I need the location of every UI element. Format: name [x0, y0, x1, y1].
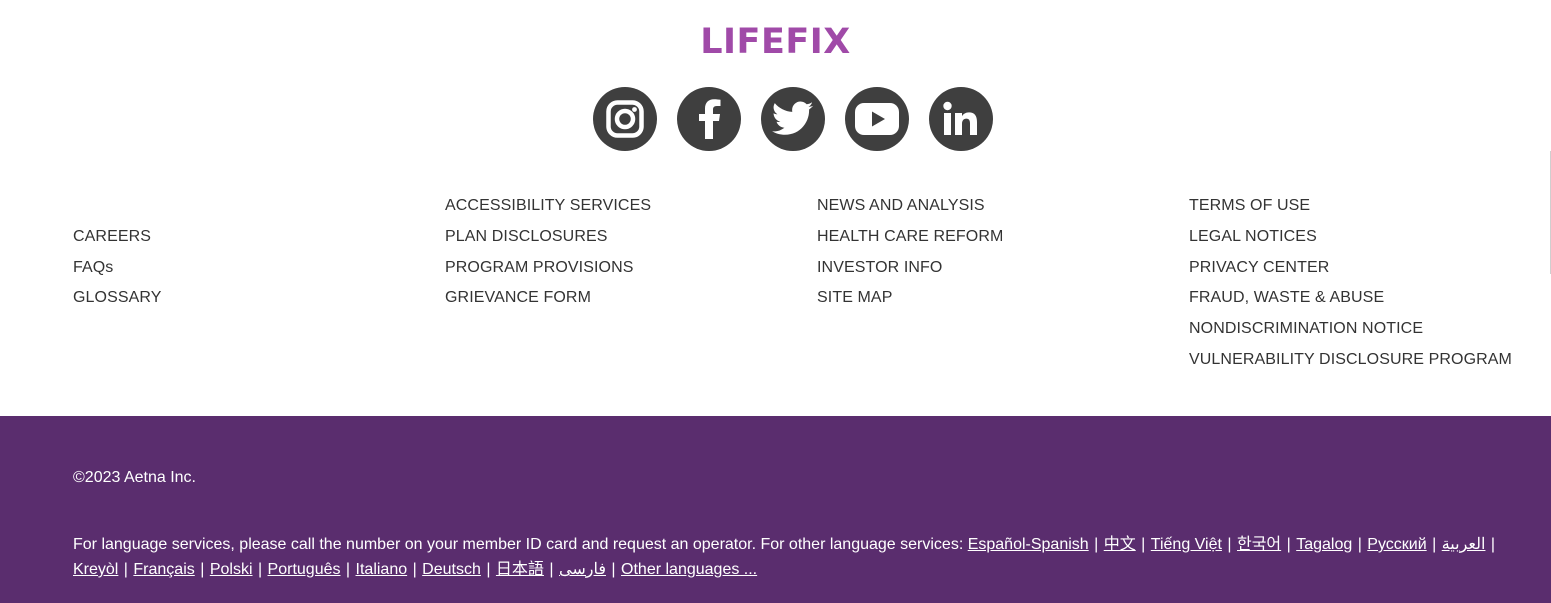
language-link-german[interactable]: Deutsch: [422, 561, 481, 578]
twitter-link[interactable]: [761, 87, 825, 151]
language-link-chinese[interactable]: 中文: [1104, 536, 1136, 553]
footer-link-program-provisions[interactable]: PROGRAM PROVISIONS: [445, 258, 651, 278]
footer-link-news-and-analysis[interactable]: NEWS AND ANALYSIS: [817, 196, 1003, 216]
language-services-intro: For language services, please call the n…: [73, 536, 968, 553]
footer-top: LIFEFIX CAREERS FAQs GLOSSARY ACCESSIBIL…: [0, 0, 1551, 416]
footer-link-investor-info[interactable]: INVESTOR INFO: [817, 258, 1003, 278]
footer-link-site-map[interactable]: SITE MAP: [817, 288, 1003, 308]
instagram-icon: [606, 100, 644, 138]
language-link-french[interactable]: Français: [133, 561, 194, 578]
language-link-spanish[interactable]: Español-Spanish: [968, 536, 1089, 553]
footer-link-vulnerability-disclosure[interactable]: VULNERABILITY DISCLOSURE PROGRAM: [1189, 350, 1512, 370]
footer-link-privacy-center[interactable]: PRIVACY CENTER: [1189, 258, 1512, 278]
lifefix-logo[interactable]: LIFEFIX: [0, 22, 1551, 62]
language-services: For language services, please call the n…: [73, 536, 1496, 578]
footer-link-plan-disclosures[interactable]: PLAN DISCLOSURES: [445, 227, 651, 247]
footer-link-nondiscrimination-notice[interactable]: NONDISCRIMINATION NOTICE: [1189, 319, 1512, 339]
language-link-tagalog[interactable]: Tagalog: [1296, 536, 1352, 553]
footer-link-legal-notices[interactable]: LEGAL NOTICES: [1189, 227, 1512, 247]
copyright-text: ©2023 Aetna Inc.: [73, 469, 196, 486]
language-link-italian[interactable]: Italiano: [356, 561, 408, 578]
footer-link-health-care-reform[interactable]: HEALTH CARE REFORM: [817, 227, 1003, 247]
footer-links-col-2: ACCESSIBILITY SERVICES PLAN DISCLOSURES …: [445, 196, 651, 319]
youtube-link[interactable]: [845, 87, 909, 151]
footer-link-careers[interactable]: CAREERS: [73, 227, 162, 247]
facebook-icon: [699, 99, 721, 139]
footer-links-col-4: TERMS OF USE LEGAL NOTICES PRIVACY CENTE…: [1189, 196, 1512, 381]
language-link-other[interactable]: Other languages ...: [621, 561, 757, 578]
footer-links-col-1: CAREERS FAQs GLOSSARY: [73, 196, 162, 319]
language-link-arabic[interactable]: العربية: [1442, 536, 1486, 553]
footer-link-grievance-form[interactable]: GRIEVANCE FORM: [445, 288, 651, 308]
footer-link-blank[interactable]: [73, 196, 162, 216]
linkedin-icon: [943, 101, 977, 135]
language-link-polish[interactable]: Polski: [210, 561, 253, 578]
footer-links-col-3: NEWS AND ANALYSIS HEALTH CARE REFORM INV…: [817, 196, 1003, 319]
language-link-kreyol[interactable]: Kreyòl: [73, 561, 118, 578]
language-link-korean[interactable]: 한국어: [1237, 536, 1281, 553]
footer-link-fraud-waste-abuse[interactable]: FRAUD, WASTE & ABUSE: [1189, 288, 1512, 308]
youtube-icon: [855, 103, 899, 135]
twitter-icon: [772, 101, 814, 135]
facebook-link[interactable]: [677, 87, 741, 151]
footer-link-terms-of-use[interactable]: TERMS OF USE: [1189, 196, 1512, 216]
language-link-japanese[interactable]: 日本語: [496, 561, 544, 578]
footer-link-accessibility-services[interactable]: ACCESSIBILITY SERVICES: [445, 196, 651, 216]
footer-link-glossary[interactable]: GLOSSARY: [73, 288, 162, 308]
language-link-farsi[interactable]: فارسی: [559, 561, 606, 578]
social-links: [593, 87, 993, 151]
linkedin-link[interactable]: [929, 87, 993, 151]
language-link-vietnamese[interactable]: Tiếng Việt: [1151, 536, 1222, 553]
instagram-link[interactable]: [593, 87, 657, 151]
language-link-portuguese[interactable]: Português: [268, 561, 341, 578]
footer-link-faqs[interactable]: FAQs: [73, 258, 162, 278]
language-link-russian[interactable]: Русский: [1367, 536, 1426, 553]
